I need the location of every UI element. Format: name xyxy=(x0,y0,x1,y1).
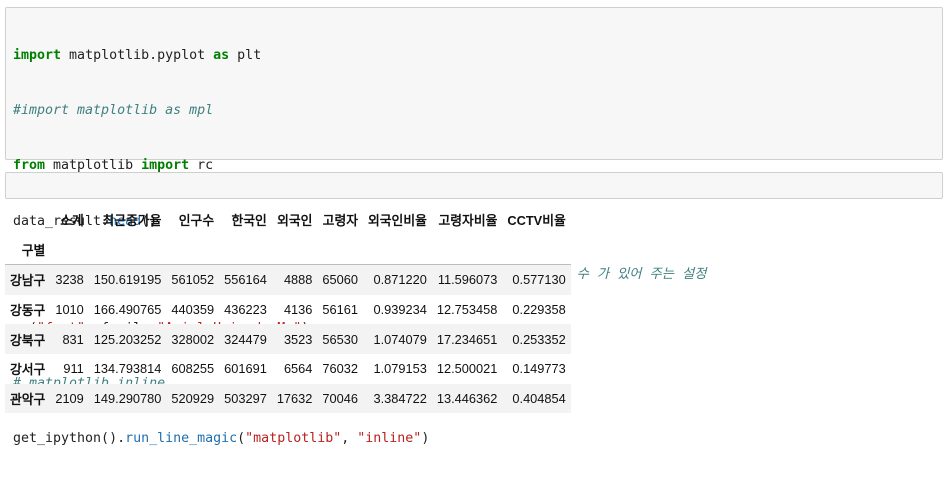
table-cell: 520929 xyxy=(171,390,215,406)
table-cell: 11.596073 xyxy=(437,272,498,288)
table-cell: 3238 xyxy=(55,272,84,288)
code-line-1: import matplotlib.pyplot as plt xyxy=(13,47,942,65)
row-index: 강동구 xyxy=(10,303,46,319)
code-text: plt xyxy=(229,48,262,64)
table-cell: 324479 xyxy=(224,331,267,347)
table-cell: 608255 xyxy=(171,361,215,377)
table-cell: 0.871220 xyxy=(373,272,427,288)
table-cell: 831 xyxy=(62,331,84,347)
table-row: 관악구 2109 149.290780 520929 503297 17632 70046 3… xyxy=(5,383,571,414)
index-name: 구별 xyxy=(5,234,51,266)
code-text: , xyxy=(341,430,358,446)
table-cell: 1.079153 xyxy=(373,361,427,377)
row-index: 강남구 xyxy=(10,273,46,289)
table-cell: 328002 xyxy=(171,331,215,347)
table-row: 강북구 831 125.203252 328002 324479 3523 56530 1.0… xyxy=(5,324,571,354)
code-text: matplotlib xyxy=(45,157,142,173)
table-cell: 556164 xyxy=(224,272,267,288)
code-comment: #import matplotlib as mpl xyxy=(13,103,214,118)
table-cell: 0.939234 xyxy=(373,302,427,318)
string-literal: "matplotlib" xyxy=(245,430,342,446)
row-index: 관악구 xyxy=(10,391,46,407)
code-cell-head[interactable]: data_result.head() xyxy=(5,172,943,229)
table-cell: 166.490765 xyxy=(93,302,162,318)
table-cell: 125.203252 xyxy=(93,331,162,347)
column-header: 외국인비율 xyxy=(368,213,427,229)
table-cell: 70046 xyxy=(322,390,358,406)
table-cell: 17.234651 xyxy=(436,331,498,347)
code-text: ) xyxy=(421,430,430,446)
table-cell: 0.149773 xyxy=(512,361,566,377)
table-cell: 0.229358 xyxy=(512,302,566,318)
code-line-8: get_ipython().run_line_magic("matplotlib… xyxy=(13,430,942,448)
column-header: 인구수 xyxy=(178,213,215,229)
column-header: 외국인 xyxy=(277,213,313,229)
table-cell: 0.577130 xyxy=(512,272,566,288)
code-line-2: #import matplotlib as mpl xyxy=(13,102,942,120)
string-literal: "inline" xyxy=(357,430,422,446)
keyword: from xyxy=(13,157,46,173)
code-text: get_ipython(). xyxy=(13,430,126,446)
table-cell: 13.446362 xyxy=(436,390,498,406)
column-header: 최근증가율 xyxy=(102,213,162,229)
table-cell: 65060 xyxy=(322,272,358,288)
index-corner xyxy=(5,205,50,235)
table-cell: 12.753458 xyxy=(436,302,498,318)
table-cell: 12.500021 xyxy=(436,361,498,377)
table-cell: 601691 xyxy=(224,361,267,377)
table-cell: 6564 xyxy=(283,361,313,377)
column-header: 고령자비율 xyxy=(438,213,498,229)
table-cell: 503297 xyxy=(224,390,267,406)
column-header: 고령자 xyxy=(322,213,358,229)
table-cell: 1010 xyxy=(55,302,84,318)
code-text: matplotlib.pyplot xyxy=(61,48,214,64)
table-cell: 911 xyxy=(63,361,84,377)
table-cell: 0.253352 xyxy=(512,331,566,347)
table-cell: 149.290780 xyxy=(93,390,162,406)
table-cell: 561052 xyxy=(171,272,215,288)
table-cell: 3.384722 xyxy=(373,390,427,406)
keyword: import xyxy=(141,157,190,173)
table-cell: 436223 xyxy=(224,302,267,318)
column-header-row: 소계 최근증가율 인구수 한국인 외국인 고령자 외국인비율 고령자비율 CCT… xyxy=(5,205,571,235)
keyword: import xyxy=(13,48,62,64)
table-cell: 76032 xyxy=(322,361,358,377)
method-name: run_line_magic xyxy=(125,430,238,446)
table-row: 강동구 1010 166.490765 440359 436223 4136 56161 0.… xyxy=(5,295,571,325)
index-name-row: 구별 xyxy=(5,234,571,266)
table-cell: 17632 xyxy=(276,390,313,406)
table-cell: 150.619195 xyxy=(93,272,162,288)
dataframe-body: 강남구 3238 150.619195 561052 556164 4888 65060 0.… xyxy=(5,264,571,414)
table-cell: 440359 xyxy=(171,302,215,318)
code-text: rc xyxy=(189,157,214,173)
table-row: 강남구 3238 150.619195 561052 556164 4888 65060 0.… xyxy=(5,264,571,295)
table-cell: 3523 xyxy=(283,331,313,347)
table-cell: 1.074079 xyxy=(373,331,427,347)
dataframe-output: 소계 최근증가율 인구수 한국인 외국인 고령자 외국인비율 고령자비율 CCT… xyxy=(5,205,571,414)
table-cell: 56161 xyxy=(322,302,358,318)
column-header: 한국인 xyxy=(231,213,267,229)
row-index: 강서구 xyxy=(10,362,46,378)
code-text: ( xyxy=(237,430,246,446)
keyword: as xyxy=(213,48,230,64)
table-row: 강서구 911 134.793814 608255 601691 6564 76032 1.0… xyxy=(5,354,571,384)
table-cell: 56530 xyxy=(322,331,358,347)
table-cell: 0.404854 xyxy=(512,390,566,406)
table-cell: 134.793814 xyxy=(93,361,162,377)
table-cell: 4888 xyxy=(283,272,313,288)
row-index: 강북구 xyxy=(10,332,46,348)
column-header: CCTV비율 xyxy=(507,213,566,229)
column-header: 소계 xyxy=(60,213,84,229)
table-cell: 2109 xyxy=(55,390,84,406)
table-cell: 4136 xyxy=(283,302,313,318)
code-cell-imports[interactable]: import matplotlib.pyplot as plt #import … xyxy=(5,7,943,446)
